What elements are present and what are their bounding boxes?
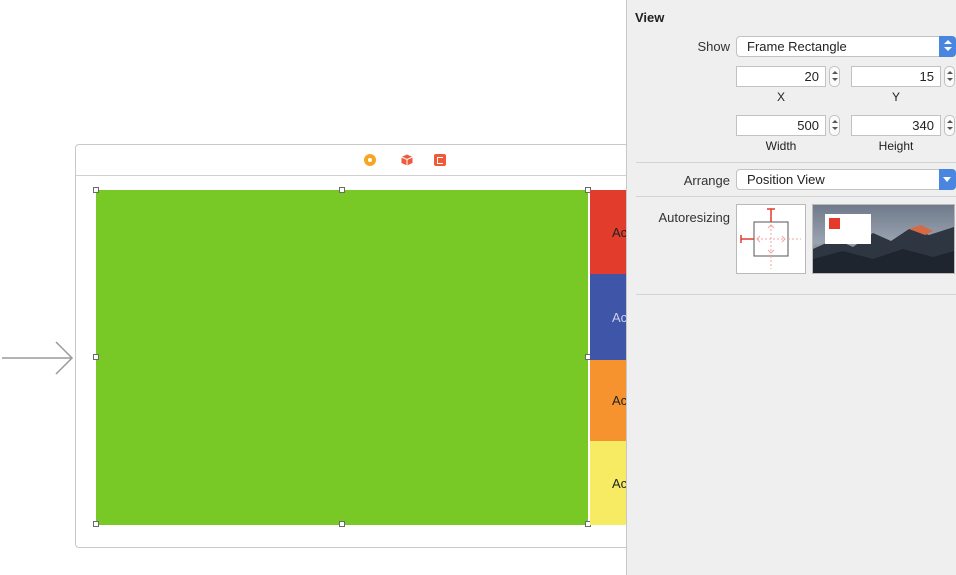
arrange-popup[interactable]: Position View — [736, 169, 956, 190]
arrange-label: Arrange — [683, 173, 730, 188]
action-button-label: Ac — [612, 475, 628, 491]
autoresizing-label: Autoresizing — [658, 210, 730, 225]
autoresizing-mask-control[interactable] — [736, 204, 806, 274]
up-down-arrows-icon — [939, 36, 956, 57]
width-stepper[interactable] — [829, 115, 840, 136]
arrange-popup-value: Position View — [747, 172, 825, 187]
entry-point-arrow-icon — [2, 341, 74, 375]
x-stepper[interactable] — [829, 66, 840, 87]
action-button-blue[interactable]: Ac — [590, 274, 628, 360]
action-button-label: Ac — [612, 393, 628, 408]
first-responder-icon[interactable] — [401, 154, 413, 166]
divider — [636, 294, 956, 295]
y-field[interactable]: 15 — [851, 66, 941, 87]
resize-handle-top-center[interactable] — [339, 187, 345, 193]
resize-handle-middle-left[interactable] — [93, 354, 99, 360]
action-button-label: Ac — [612, 224, 628, 240]
view-controller-icon[interactable] — [364, 154, 376, 166]
storyboard-canvas[interactable]: Ac Ac Ac Ac — [0, 0, 628, 575]
action-button-red[interactable]: Ac — [590, 190, 628, 274]
mountain-wallpaper-image — [813, 205, 954, 273]
action-button-orange[interactable]: Ac — [590, 360, 628, 441]
selected-view[interactable] — [96, 190, 588, 525]
divider — [636, 162, 956, 163]
height-stepper[interactable] — [944, 115, 955, 136]
show-label: Show — [697, 39, 730, 54]
resize-handle-bottom-center[interactable] — [339, 521, 345, 527]
height-field[interactable]: 340 — [851, 115, 941, 136]
autoresizing-preview — [812, 204, 955, 274]
action-button-label: Ac — [612, 309, 628, 325]
resize-handle-bottom-left[interactable] — [93, 521, 99, 527]
y-caption: Y — [891, 90, 900, 104]
action-button-yellow[interactable]: Ac — [590, 441, 628, 525]
scene-dock — [76, 145, 628, 176]
width-field[interactable]: 500 — [736, 115, 826, 136]
divider — [636, 196, 956, 197]
chevron-down-icon — [939, 169, 956, 190]
height-caption: Height — [878, 139, 914, 153]
resize-handle-top-left[interactable] — [93, 187, 99, 193]
autoresizing-springs-struts-icon[interactable] — [737, 205, 805, 273]
show-popup-value: Frame Rectangle — [747, 39, 847, 54]
show-popup[interactable]: Frame Rectangle — [736, 36, 956, 57]
x-field[interactable]: 20 — [736, 66, 826, 87]
exit-icon[interactable] — [434, 154, 446, 166]
x-caption: X — [776, 90, 785, 104]
width-caption: Width — [765, 139, 797, 153]
section-title: View — [635, 10, 665, 25]
y-stepper[interactable] — [944, 66, 955, 87]
